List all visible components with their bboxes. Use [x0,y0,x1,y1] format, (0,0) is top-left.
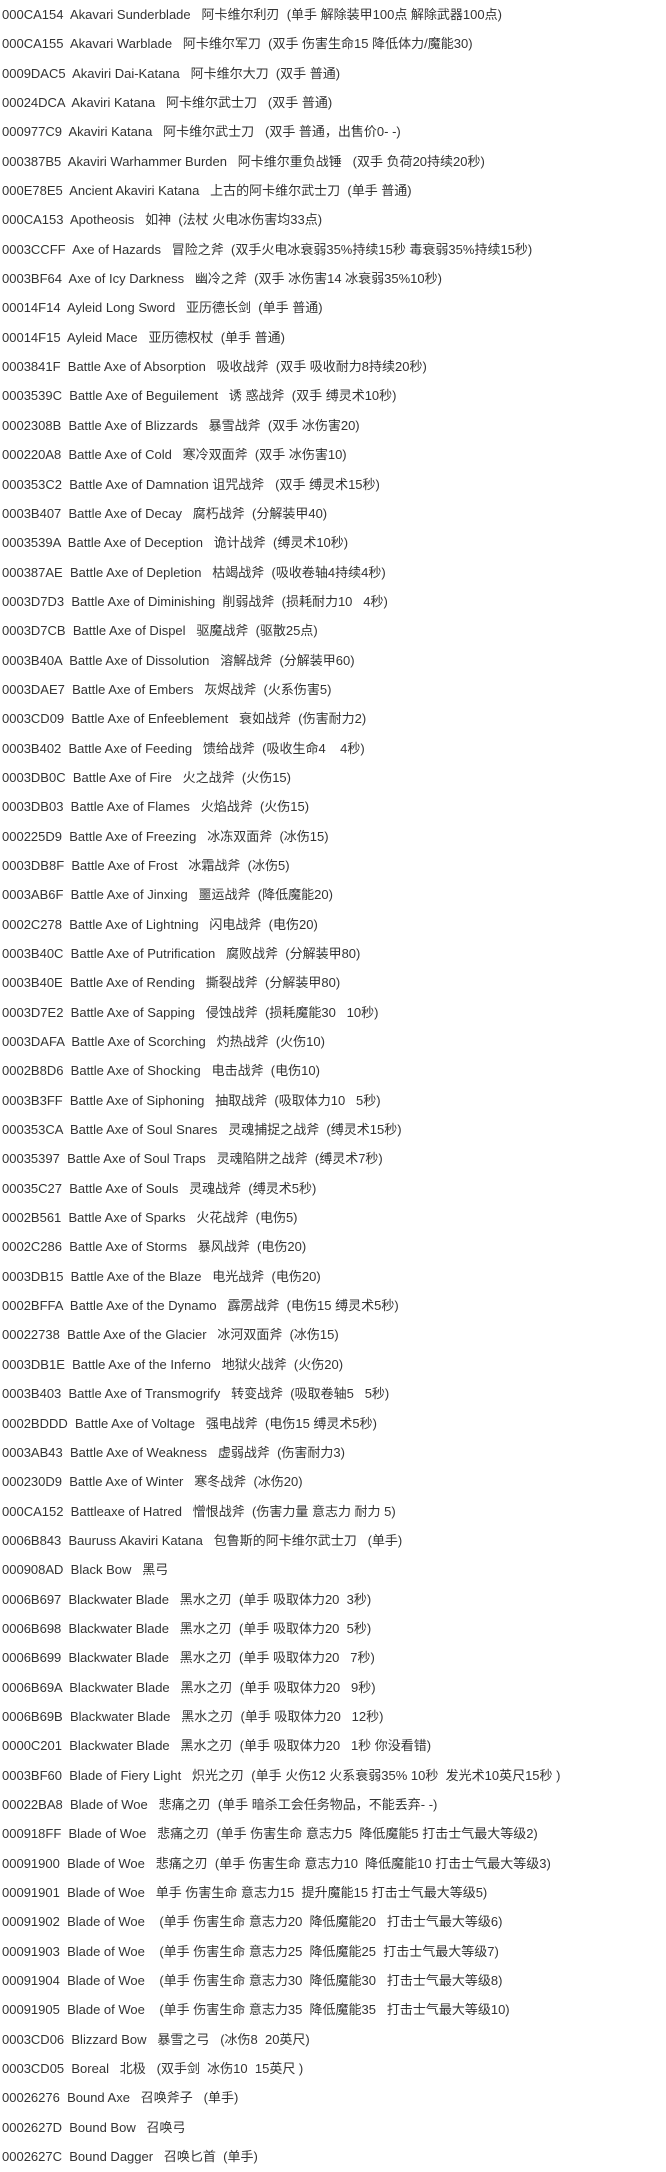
list-item: 000CA155 Akavari Warblade 阿卡维尔军刀 (双手 伤害生… [2,36,473,52]
list-item: 0009DAC5 Akaviri Dai-Katana 阿卡维尔大刀 (双手 普… [2,65,341,81]
list-item: 0003B40E Battle Axe of Rending 撕裂战斧 (分解装… [2,975,341,991]
list-item: 00091904 Blade of Woe (单手 伤害生命 意志力30 降低魔… [2,1973,503,1989]
list-item: 000387AE Battle Axe of Depletion 枯竭战斧 (吸… [2,564,386,580]
list-item: 00091900 Blade of Woe 悲痛之刃 (单手 伤害生命 意志力1… [2,1855,551,1871]
list-item: 0002C286 Battle Axe of Storms 暴风战斧 (电伤20… [2,1239,307,1255]
list-item: 0006B69A Blackwater Blade 黑水之刃 (单手 吸取体力2… [2,1679,376,1695]
list-item: 0003CD09 Battle Axe of Enfeeblement 衰如战斧… [2,711,367,727]
list-item: 0000C201 Blackwater Blade 黑水之刃 (单手 吸取体力2… [2,1738,432,1754]
list-item: 0006B843 Bauruss Akaviri Katana 包鲁斯的阿卡维尔… [2,1532,403,1548]
list-item: 0003AB43 Battle Axe of Weakness 虚弱战斧 (伤害… [2,1444,345,1460]
list-item: 00091902 Blade of Woe (单手 伤害生命 意志力20 降低魔… [2,1914,503,1930]
list-item: 000353C2 Battle Axe of Damnation 诅咒战斧 (双… [2,476,380,492]
list-item: 00014F14 Ayleid Long Sword 亚历德长剑 (单手 普通) [2,300,323,316]
list-item: 00091905 Blade of Woe (单手 伤害生命 意志力35 降低魔… [2,2002,510,2018]
list-item: 00091903 Blade of Woe (单手 伤害生命 意志力25 降低魔… [2,1943,499,1959]
list-item: 0003841F Battle Axe of Absorption 吸收战斧 (… [2,359,427,375]
list-item: 00022738 Battle Axe of the Glacier 冰河双面斧… [2,1327,339,1343]
list-item: 0003DB1E Battle Axe of the Inferno 地狱火战斧… [2,1356,344,1372]
list-item: 0003BF60 Blade of Fiery Light 炽光之刃 (单手 火… [2,1767,561,1783]
list-item: 00014F15 Ayleid Mace 亚历德权杖 (单手 普通) [2,329,285,345]
list-item: 000908AD Black Bow 黑弓 [2,1562,169,1578]
list-item: 000918FF Blade of Woe 悲痛之刃 (单手 伤害生命 意志力5… [2,1826,538,1842]
list-item: 000230D9 Battle Axe of Winter 寒冬战斧 (冰伤20… [2,1474,303,1490]
list-item: 00035C27 Battle Axe of Souls 灵魂战斧 (缚灵术5秒… [2,1180,317,1196]
list-item: 0002627D Bound Bow 召唤弓 [2,2119,186,2135]
list-item: 0003D7CB Battle Axe of Dispel 驱魔战斧 (驱散25… [2,623,318,639]
list-item: 0003D7D3 Battle Axe of Diminishing 削弱战斧 … [2,593,388,609]
list-item: 0003CD05 Boreal 北极 (双手剑 冰伤10 15英尺 ) [2,2061,304,2077]
list-item: 0002BDDD Battle Axe of Voltage 强电战斧 (电伤1… [2,1415,377,1431]
list-item: 0003DAFA Battle Axe of Scorching 灼热战斧 (火… [2,1034,325,1050]
list-item: 000CA152 Battleaxe of Hatred 憎恨战斧 (伤害力量 … [2,1503,396,1519]
list-item: 0003DB0C Battle Axe of Fire 火之战斧 (火伤15) [2,769,291,785]
list-item: 0003B3FF Battle Axe of Siphoning 抽取战斧 (吸… [2,1092,381,1108]
list-item: 00091901 Blade of Woe 单手 伤害生命 意志力15 提升魔能… [2,1885,488,1900]
list-item: 000387B5 Akaviri Warhammer Burden 阿卡维尔重负… [2,153,485,169]
list-item: 0002B561 Battle Axe of Sparks 火花战斧 (电伤5) [2,1210,298,1226]
list-item: 00026276 Bound Axe 召唤斧子 (单手) [2,2090,239,2106]
list-item: 0003539A Battle Axe of Deception 诡计战斧 (缚… [2,535,349,551]
list-item: 0003CCFF Axe of Hazards 冒险之斧 (双手火电冰衰弱35%… [2,241,533,257]
list-item: 0003B407 Battle Axe of Decay 腐朽战斧 (分解装甲4… [2,505,328,521]
list-item: 0003B403 Battle Axe of Transmogrify 转变战斧… [2,1386,390,1402]
list-item: 000977C9 Akaviri Katana 阿卡维尔武士刀 (双手 普通，出… [2,124,401,140]
list-item: 0002BFFA Battle Axe of the Dynamo 霹雳战斧 (… [2,1298,399,1314]
list-item: 0003539C Battle Axe of Beguilement 诱 惑战斧… [2,388,397,404]
list-item: 0002308B Battle Axe of Blizzards 暴雪战斧 (双… [2,417,360,433]
list-item: 0003DB03 Battle Axe of Flames 火焰战斧 (火伤15… [2,799,310,815]
item-id-list: 000CA154 Akavari Sunderblade 阿卡维尔利刃 (单手 … [0,0,666,2171]
list-item: 00035397 Battle Axe of Soul Traps 灵魂陷阱之战… [2,1151,383,1167]
list-item: 000E78E5 Ancient Akaviri Katana 上古的阿卡维尔武… [2,183,412,199]
list-item: 0003DB8F Battle Axe of Frost 冰霜战斧 (冰伤5) [2,857,290,873]
list-item: 0002C278 Battle Axe of Lightning 闪电战斧 (电… [2,916,318,932]
list-item: 000353CA Battle Axe of Soul Snares 灵魂捕捉之… [2,1122,402,1138]
list-item: 0002B8D6 Battle Axe of Shocking 电击战斧 (电伤… [2,1063,320,1079]
list-item: 0003DB15 Battle Axe of the Blaze 电光战斧 (电… [2,1268,321,1284]
list-item: 00022BA8 Blade of Woe 悲痛之刃 (单手 暗杀工会任务物品，… [2,1796,438,1812]
list-item: 0002627C Bound Dagger 召唤匕首 (单手) [2,2149,258,2165]
list-item: 0003B40C Battle Axe of Putrification 腐败战… [2,946,361,961]
list-item: 0003DAE7 Battle Axe of Embers 灰烬战斧 (火系伤害… [2,681,332,697]
list-item: 0003B402 Battle Axe of Feeding 馈给战斧 (吸收生… [2,740,365,756]
list-item: 0003CD06 Blizzard Bow 暴雪之弓 (冰伤8 20英尺) [2,2031,310,2047]
list-item: 000225D9 Battle Axe of Freezing 冰冻双面斧 (冰… [2,828,329,844]
list-item: 000CA154 Akavari Sunderblade 阿卡维尔利刃 (单手 … [2,7,502,22]
list-item: 0003AB6F Battle Axe of Jinxing 噩运战斧 (降低魔… [2,887,333,903]
list-item: 0006B69B Blackwater Blade 黑水之刃 (单手 吸取体力2… [2,1708,384,1724]
list-item: 0003D7E2 Battle Axe of Sapping 侵蚀战斧 (损耗魔… [2,1004,379,1020]
list-item: 00024DCA Akaviri Katana 阿卡维尔武士刀 (双手 普通) [2,95,333,111]
list-item: 0003B40A Battle Axe of Dissolution 溶解战斧 … [2,652,355,668]
list-item: 000CA153 Apotheosis 如神 (法杖 火电冰伤害均33点) [2,212,323,228]
list-item: 0003BF64 Axe of Icy Darkness 幽冷之斧 (双手 冰伤… [2,271,442,287]
list-item: 000220A8 Battle Axe of Cold 寒冷双面斧 (双手 冰伤… [2,447,347,463]
list-item: 0006B699 Blackwater Blade 黑水之刃 (单手 吸取体力2… [2,1650,375,1666]
list-item: 0006B698 Blackwater Blade 黑水之刃 (单手 吸取体力2… [2,1620,372,1636]
list-item: 0006B697 Blackwater Blade 黑水之刃 (单手 吸取体力2… [2,1591,372,1607]
